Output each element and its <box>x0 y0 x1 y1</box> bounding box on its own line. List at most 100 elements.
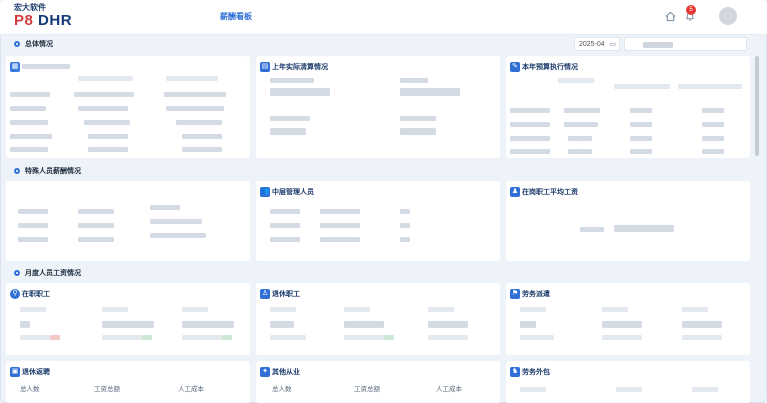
blur-cell <box>270 335 306 340</box>
card-title: 在岗职工平均工资 <box>522 189 578 196</box>
blur-cell <box>18 223 48 228</box>
blur-cell <box>84 120 130 125</box>
blur-cell <box>270 209 300 214</box>
blur-cell <box>614 84 670 89</box>
blur-cell <box>10 147 48 152</box>
blur-cell <box>50 335 60 340</box>
tab-salary-dashboard[interactable]: 薪酬看板 <box>220 12 252 22</box>
blur-cell <box>102 307 128 312</box>
blur-cell <box>78 209 114 214</box>
document-icon: ▤ <box>260 62 270 72</box>
blur-cell <box>270 88 330 96</box>
blur-cell <box>580 227 604 232</box>
blur-cell <box>510 122 550 127</box>
blur-cell <box>270 237 300 242</box>
blur-cell <box>630 149 652 154</box>
blur-cell <box>510 136 550 141</box>
blur-cell <box>10 92 50 97</box>
blur-cell <box>400 128 436 135</box>
blur-cell <box>78 106 128 111</box>
top-header: 宏大软件 P8 DHR 薪酬看板 5 <box>0 0 767 35</box>
card-title: 劳务派遣 <box>522 291 550 298</box>
blur-cell <box>20 307 46 312</box>
retiree-icon: ♙ <box>260 289 270 299</box>
blur-cell <box>166 76 218 81</box>
card-avg-salary: ♟ 在岗职工平均工资 <box>506 181 750 261</box>
blur-cell <box>682 307 708 312</box>
blur-cell <box>18 237 48 242</box>
card-active-staff: ⚲ 在职职工 <box>6 283 250 355</box>
blur-cell <box>164 92 226 97</box>
blur-cell <box>182 134 222 139</box>
blur-cell <box>568 149 592 154</box>
blur-cell <box>78 223 114 228</box>
blur-cell <box>320 209 360 214</box>
metric-total-wages: 工资总额 <box>94 386 120 393</box>
blur-cell <box>166 106 224 111</box>
blur-cell <box>320 223 360 228</box>
blur-cell <box>88 134 128 139</box>
metric-total-wages: 工资总额 <box>354 386 380 393</box>
month-value: 2025-04 <box>579 41 605 48</box>
blur-cell <box>702 149 724 154</box>
blur-cell <box>602 321 642 328</box>
outsourcing-icon: ♞ <box>510 367 520 377</box>
card-labor-outsourcing: ♞ 劳务外包 <box>506 361 750 403</box>
blur-cell <box>182 335 222 340</box>
blur-cell <box>602 335 642 340</box>
blur-cell <box>182 147 222 152</box>
blur-cell <box>564 122 598 127</box>
blur-cell <box>702 108 724 113</box>
card-title: 本年预算执行情况 <box>522 64 578 71</box>
section-monthly-label: 月度人员工资情况 <box>25 270 81 277</box>
blur-cell <box>520 335 554 340</box>
card-overview-summary: ▦ <box>6 56 250 158</box>
blur-cell <box>344 307 370 312</box>
blur-cell <box>520 387 546 392</box>
month-picker[interactable]: 2025-04 ▭ <box>574 37 620 51</box>
blur-cell <box>630 136 652 141</box>
blur-cell <box>510 149 550 154</box>
vertical-scrollbar[interactable] <box>755 56 759 156</box>
app-window: 宏大软件 P8 DHR 薪酬看板 5 2025-04 ▭ 总体情况 ▦ ▤ 上年… <box>0 0 767 403</box>
blur-cell <box>102 335 142 340</box>
card-labor-dispatch: ⚑ 劳务派遣 <box>506 283 750 355</box>
section-dot-icon <box>14 41 20 47</box>
avatar[interactable] <box>719 7 737 25</box>
card-title: 上年实际清算情况 <box>272 64 328 71</box>
card-title: 退休职工 <box>272 291 300 298</box>
header-actions: 5 <box>657 5 737 27</box>
brand-logo[interactable]: 宏大软件 P8 DHR <box>14 3 88 31</box>
org-select[interactable] <box>624 37 747 51</box>
blur-cell <box>428 335 468 340</box>
card-budget-execution: ✎ 本年预算执行情况 <box>506 56 750 158</box>
blur-cell <box>602 307 628 312</box>
blur-cell <box>400 237 410 242</box>
blur-cell <box>78 76 133 81</box>
blur-cell <box>564 108 600 113</box>
blur-cell <box>182 307 208 312</box>
section-special-label: 特殊人员薪酬情况 <box>25 168 81 175</box>
calendar-icon: ▭ <box>609 41 616 48</box>
product-prefix: P8 <box>14 12 34 29</box>
metric-headcount: 总人数 <box>272 386 292 393</box>
section-special-title: 特殊人员薪酬情况 <box>14 166 81 178</box>
blur-cell <box>320 237 360 242</box>
card-retired-staff: ♙ 退休职工 <box>256 283 500 355</box>
blur-cell <box>18 209 48 214</box>
card-title: 退休返聘 <box>22 369 50 376</box>
runner-icon: ✦ <box>260 367 270 377</box>
budget-icon: ✎ <box>510 62 520 72</box>
blur-cell <box>428 307 454 312</box>
card-last-year-settlement: ▤ 上年实际清算情况 <box>256 56 500 158</box>
blur-cell <box>102 321 154 328</box>
blur-cell <box>150 233 206 238</box>
card-title: 在职职工 <box>22 291 50 298</box>
chart-icon: ▦ <box>10 62 20 72</box>
blur-cell <box>616 387 642 392</box>
section-monthly-title: 月度人员工资情况 <box>14 268 81 280</box>
blur-cell <box>510 108 550 113</box>
blur-cell <box>150 219 202 224</box>
home-icon[interactable] <box>661 7 679 25</box>
blur-cell <box>682 335 722 340</box>
